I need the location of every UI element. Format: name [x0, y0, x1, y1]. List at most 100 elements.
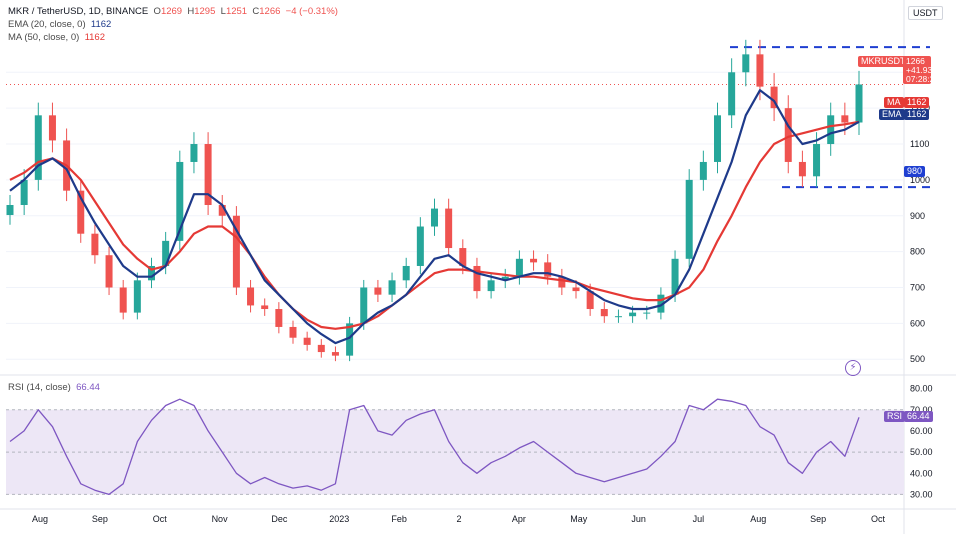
price-tick-label: 700	[910, 283, 925, 293]
candle-body[interactable]	[784, 108, 792, 162]
candle-body[interactable]	[600, 309, 608, 317]
candle-body[interactable]	[402, 265, 410, 281]
time-tick-label: Aug	[32, 514, 48, 524]
candle-body[interactable]	[388, 280, 396, 295]
high-value: 1295	[194, 6, 216, 17]
candle-body[interactable]	[374, 287, 382, 295]
rsi-legend[interactable]: RSI (14, close) 66.44	[8, 382, 100, 394]
ema-legend[interactable]: EMA (20, close, 0) 1162	[8, 19, 111, 31]
price-tick-label: 1100	[910, 139, 929, 149]
open-label: O	[153, 6, 161, 17]
rsi-tick-label: 40.00	[910, 468, 933, 478]
candle-body[interactable]	[119, 287, 127, 313]
time-tick-label: Nov	[212, 514, 229, 524]
candle-body[interactable]	[813, 144, 821, 177]
ema-legend-value: 1162	[90, 19, 112, 30]
rsi-tick-label: 80.00	[910, 384, 933, 394]
candle-body[interactable]	[133, 280, 141, 313]
lightning-icon[interactable]: ⚡	[845, 360, 861, 376]
candle-body[interactable]	[431, 208, 438, 227]
support-level-tag: 980	[904, 166, 926, 177]
candle-body[interactable]	[572, 287, 580, 292]
candle-body[interactable]	[643, 312, 651, 314]
low-value: 1251	[225, 6, 248, 17]
candle-body[interactable]	[445, 208, 453, 249]
open-value: 1269	[160, 6, 183, 17]
time-tick-label: 2	[456, 514, 461, 524]
candle-body[interactable]	[530, 258, 538, 263]
ma-legend-label: MA (50, close, 0)	[8, 32, 80, 43]
candle-body[interactable]	[742, 54, 750, 73]
price-tag-timer: 07:28:25	[906, 74, 940, 84]
ema-tag-label: EMA	[879, 109, 905, 120]
currency-label[interactable]: USDT	[908, 6, 943, 20]
ema-tag-value: 1162	[904, 109, 930, 120]
candle-body[interactable]	[855, 84, 863, 123]
candle-body[interactable]	[331, 352, 339, 356]
candle-body[interactable]	[841, 115, 849, 123]
price-tick-label: 800	[910, 247, 925, 257]
candle-body[interactable]	[275, 309, 283, 327]
time-tick-label: 2023	[329, 514, 349, 524]
candle-body[interactable]	[728, 72, 736, 116]
rsi-legend-label: RSI (14, close)	[8, 382, 71, 393]
ema-legend-label: EMA (20, close, 0)	[8, 19, 86, 30]
candle-body[interactable]	[105, 255, 113, 288]
candle-body[interactable]	[360, 287, 368, 324]
candle-body[interactable]	[473, 265, 481, 292]
candle-body[interactable]	[34, 115, 42, 180]
price-chart[interactable]: 130012001100100090080070060050080.0070.0…	[0, 0, 956, 534]
time-tick-label: Apr	[512, 514, 526, 524]
candle-body[interactable]	[317, 344, 325, 353]
ma-tag-label: MA	[884, 97, 904, 108]
candle-body[interactable]	[247, 287, 255, 306]
time-tick-label: Aug	[750, 514, 766, 524]
candle-body[interactable]	[261, 305, 269, 310]
rsi-tag-label: RSI	[884, 411, 906, 422]
candle-body[interactable]	[685, 179, 693, 259]
candle-body[interactable]	[416, 226, 424, 266]
ma-tag-value: 1162	[904, 97, 930, 108]
change-value: −4 (−0.31%)	[285, 6, 338, 17]
time-tick-label: May	[570, 514, 588, 524]
rsi-legend-value: 66.44	[76, 382, 100, 393]
candle-body[interactable]	[756, 54, 764, 87]
close-value: 1266	[259, 6, 281, 17]
price-tick-label: 600	[910, 318, 925, 328]
ma-legend[interactable]: MA (50, close, 0) 1162	[8, 32, 105, 44]
price-tick-label: 900	[910, 211, 925, 221]
chart-legend: MKR / TetherUSD, 1D, BINANCE O1269 H1295…	[8, 6, 338, 18]
candle-body[interactable]	[20, 179, 28, 205]
price-tag: 1266 +41.93% 07:28:25	[903, 56, 940, 84]
rsi-tick-label: 60.00	[910, 426, 933, 436]
candle-body[interactable]	[289, 326, 297, 338]
time-tick-label: Sep	[810, 514, 826, 524]
rsi-tag-value: 66.44	[904, 411, 933, 422]
time-tick-label: Oct	[153, 514, 168, 524]
candle-body[interactable]	[48, 115, 56, 141]
candle-body[interactable]	[6, 205, 14, 216]
price-tick-label: 500	[910, 354, 925, 364]
time-tick-label: Oct	[871, 514, 886, 524]
candle-body[interactable]	[190, 144, 198, 162]
symbol-tag: MKRUSDT	[858, 56, 909, 67]
time-tick-label: Feb	[391, 514, 407, 524]
time-tick-label: Sep	[92, 514, 108, 524]
time-tick-label: Dec	[271, 514, 288, 524]
candle-body[interactable]	[629, 312, 637, 317]
candle-body[interactable]	[91, 233, 99, 256]
candle-body[interactable]	[487, 280, 495, 292]
rsi-tick-label: 50.00	[910, 447, 933, 457]
candle-body[interactable]	[614, 316, 622, 318]
candle-body[interactable]	[714, 115, 721, 162]
candle-body[interactable]	[699, 161, 707, 180]
time-tick-label: Jun	[631, 514, 646, 524]
symbol-title[interactable]: MKR / TetherUSD, 1D, BINANCE	[8, 6, 148, 17]
rsi-tick-label: 30.00	[910, 489, 933, 499]
ma-legend-value: 1162	[84, 32, 105, 43]
candle-body[interactable]	[515, 258, 523, 277]
candle-body[interactable]	[303, 337, 311, 345]
time-tick-label: Jul	[693, 514, 705, 524]
candle-body[interactable]	[798, 161, 806, 177]
candle-body[interactable]	[827, 115, 835, 145]
